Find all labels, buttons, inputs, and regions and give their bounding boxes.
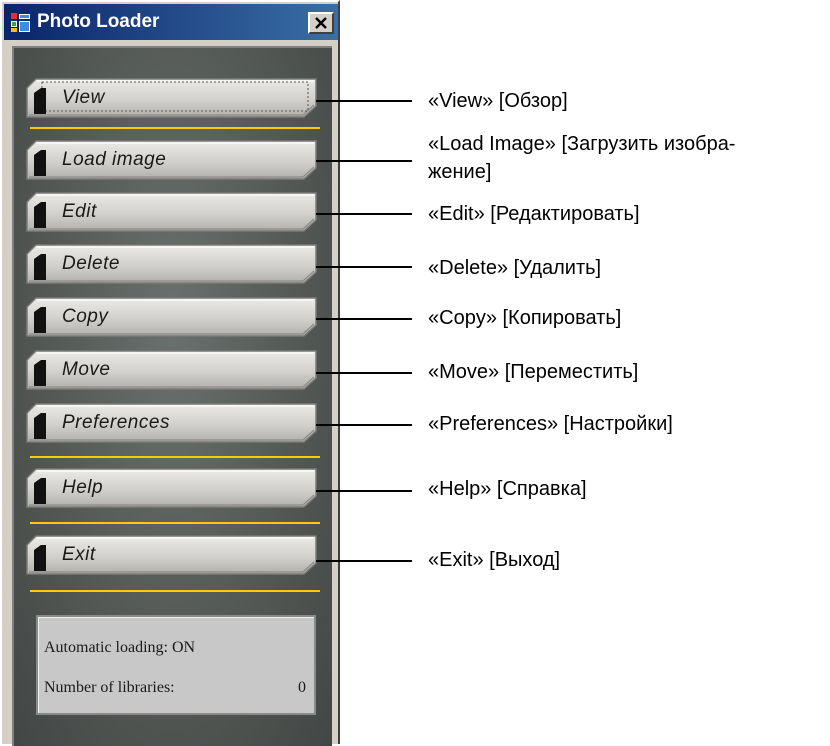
preferences-button-label: Preferences xyxy=(62,412,170,433)
button-tab-marker xyxy=(34,307,46,333)
load-image-button-label: Load image xyxy=(62,149,167,170)
close-button[interactable] xyxy=(308,12,334,34)
button-tab-marker xyxy=(34,150,46,176)
status-panel: Automatic loading: ON Number of librarie… xyxy=(36,615,316,715)
annotation-move: «Move» [Переместить] xyxy=(428,361,639,383)
callout-line xyxy=(316,490,412,492)
callout-line xyxy=(316,560,412,562)
annotation-load-image-line2: жение] xyxy=(428,161,492,183)
help-button[interactable]: Help xyxy=(26,468,318,508)
view-button[interactable]: View xyxy=(26,78,318,118)
button-tab-marker xyxy=(34,545,46,571)
button-tab-marker xyxy=(34,254,46,280)
separator-line xyxy=(30,590,320,592)
button-tab-marker xyxy=(34,413,46,439)
callout-line xyxy=(316,372,412,374)
photo-loader-app-icon xyxy=(11,13,30,32)
move-button[interactable]: Move xyxy=(26,350,318,390)
preferences-button[interactable]: Preferences xyxy=(26,403,318,443)
button-tab-marker xyxy=(34,360,46,386)
copy-button-label: Copy xyxy=(62,306,109,327)
callout-line xyxy=(316,160,412,162)
callout-line xyxy=(316,318,412,320)
help-button-label: Help xyxy=(62,477,104,498)
annotation-help: «Help» [Справка] xyxy=(428,478,587,500)
callout-line xyxy=(316,100,412,102)
callout-line xyxy=(316,266,412,268)
separator-line xyxy=(30,456,320,458)
delete-button-label: Delete xyxy=(62,253,120,274)
callout-line xyxy=(316,424,412,426)
delete-button[interactable]: Delete xyxy=(26,244,318,284)
libraries-label: Number of libraries: xyxy=(44,679,175,696)
window-title: Photo Loader xyxy=(37,11,160,32)
edit-button-label: Edit xyxy=(62,201,97,222)
auto-loading-row: Automatic loading: ON xyxy=(44,639,306,659)
separator-line xyxy=(30,522,320,524)
auto-loading-status: Automatic loading: ON xyxy=(44,639,196,656)
button-tab-marker xyxy=(34,202,46,228)
annotation-delete: «Delete» [Удалить] xyxy=(428,257,602,279)
title-bar[interactable]: Photo Loader xyxy=(4,4,338,40)
load-image-button[interactable]: Load image xyxy=(26,140,318,180)
edit-button[interactable]: Edit xyxy=(26,192,318,232)
view-button-label: View xyxy=(62,87,105,108)
annotation-load-image-line1: «Load Image» [Загрузить изобра- xyxy=(428,133,736,155)
separator-line xyxy=(30,127,320,129)
annotation-exit: «Exit» [Выход] xyxy=(428,549,561,571)
annotation-edit: «Edit» [Редактировать] xyxy=(428,203,640,225)
close-icon xyxy=(315,17,327,29)
move-button-label: Move xyxy=(62,359,111,380)
annotation-view: «View» [Обзор] xyxy=(428,90,568,112)
annotation-copy: «Copy» [Копировать] xyxy=(428,307,622,329)
callout-line xyxy=(316,213,412,215)
libraries-row: Number of libraries: 0 xyxy=(44,679,306,699)
annotation-preferences: «Preferences» [Настройки] xyxy=(428,413,673,435)
copy-button[interactable]: Copy xyxy=(26,297,318,337)
libraries-count: 0 xyxy=(298,679,306,696)
button-tab-marker xyxy=(34,88,46,114)
exit-button-label: Exit xyxy=(62,544,96,565)
button-tab-marker xyxy=(34,478,46,504)
exit-button[interactable]: Exit xyxy=(26,535,318,575)
